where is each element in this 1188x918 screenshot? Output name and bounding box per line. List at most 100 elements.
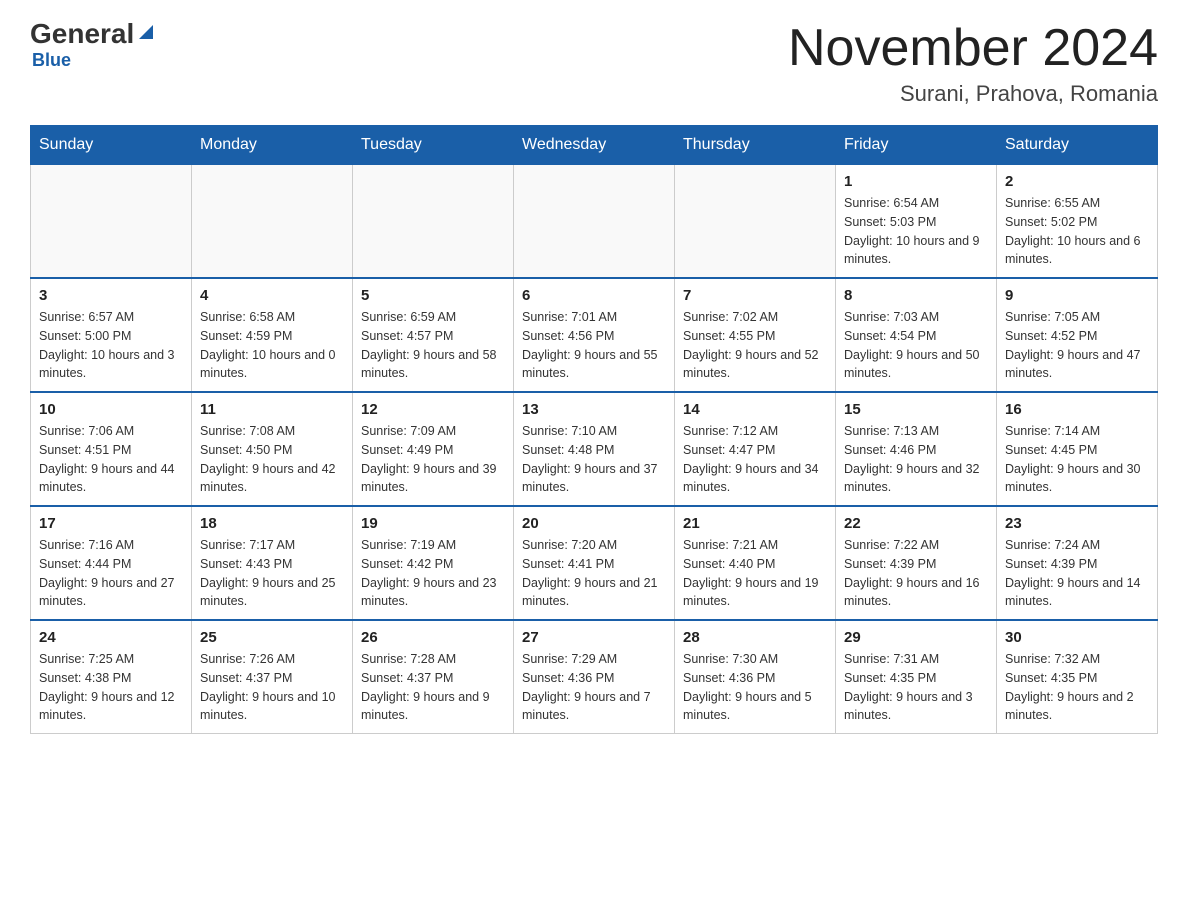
calendar-cell: 26 Sunrise: 7:28 AMSunset: 4:37 PMDayligh… [353, 620, 514, 734]
day-number: 19 [361, 515, 505, 532]
title-area: November 2024 Surani, Prahova, Romania [788, 20, 1158, 107]
day-number: 5 [361, 287, 505, 304]
day-info: Sunrise: 7:20 AMSunset: 4:41 PMDaylight:… [522, 536, 666, 611]
header-monday: Monday [192, 126, 353, 165]
day-number: 14 [683, 401, 827, 418]
header-sunday: Sunday [31, 126, 192, 165]
calendar-cell: 18Sunrise: 7:17 AMSunset: 4:43 PMDayligh… [192, 506, 353, 620]
day-number: 21 [683, 515, 827, 532]
logo-blue: Blue [32, 50, 71, 71]
header-saturday: Saturday [997, 126, 1158, 165]
calendar-week-2: 3 Sunrise: 6:57 AMSunset: 5:00 PMDaylight… [31, 278, 1158, 392]
calendar-cell: 5 Sunrise: 6:59 AMSunset: 4:57 PMDaylight… [353, 278, 514, 392]
day-number: 20 [522, 515, 666, 532]
day-number: 13 [522, 401, 666, 418]
calendar-week-3: 10 Sunrise: 7:06 AMSunset: 4:51 PMDayligh… [31, 392, 1158, 506]
day-info: Sunrise: 7:01 AMSunset: 4:56 PMDaylight:… [522, 308, 666, 383]
day-number: 12 [361, 401, 505, 418]
day-info: Sunrise: 7:22 AMSunset: 4:39 PMDaylight:… [844, 536, 988, 611]
day-info: Sunrise: 6:58 AMSunset: 4:59 PMDaylight:… [200, 308, 344, 383]
day-info: Sunrise: 7:32 AMSunset: 4:35 PMDaylight:… [1005, 650, 1149, 725]
calendar-cell: 11 Sunrise: 7:08 AMSunset: 4:50 PMDayligh… [192, 392, 353, 506]
month-title: November 2024 [788, 20, 1158, 77]
day-number: 29 [844, 629, 988, 646]
calendar-cell: 8 Sunrise: 7:03 AMSunset: 4:54 PMDaylight… [836, 278, 997, 392]
day-number: 17 [39, 515, 183, 532]
day-info: Sunrise: 7:26 AMSunset: 4:37 PMDaylight:… [200, 650, 344, 725]
day-number: 30 [1005, 629, 1149, 646]
calendar-cell: 17 Sunrise: 7:16 AMSunset: 4:44 PMDayligh… [31, 506, 192, 620]
day-number: 8 [844, 287, 988, 304]
calendar-week-4: 17 Sunrise: 7:16 AMSunset: 4:44 PMDayligh… [31, 506, 1158, 620]
calendar-cell: 29Sunrise: 7:31 AMSunset: 4:35 PMDayligh… [836, 620, 997, 734]
day-info: Sunrise: 6:54 AMSunset: 5:03 PMDaylight:… [844, 194, 988, 269]
calendar-cell [353, 165, 514, 279]
day-number: 2 [1005, 173, 1149, 190]
calendar-cell: 3 Sunrise: 6:57 AMSunset: 5:00 PMDaylight… [31, 278, 192, 392]
day-info: Sunrise: 6:57 AMSunset: 5:00 PMDaylight:… [39, 308, 183, 383]
calendar-cell: 20 Sunrise: 7:20 AMSunset: 4:41 PMDayligh… [514, 506, 675, 620]
calendar-cell: 15Sunrise: 7:13 AMSunset: 4:46 PMDayligh… [836, 392, 997, 506]
calendar-cell: 28 Sunrise: 7:30 AMSunset: 4:36 PMDayligh… [675, 620, 836, 734]
calendar-cell: 14 Sunrise: 7:12 AMSunset: 4:47 PMDayligh… [675, 392, 836, 506]
day-info: Sunrise: 7:16 AMSunset: 4:44 PMDaylight:… [39, 536, 183, 611]
day-number: 1 [844, 173, 988, 190]
day-info: Sunrise: 7:21 AMSunset: 4:40 PMDaylight:… [683, 536, 827, 611]
day-number: 24 [39, 629, 183, 646]
calendar-cell: 30 Sunrise: 7:32 AMSunset: 4:35 PMDayligh… [997, 620, 1158, 734]
day-info: Sunrise: 7:09 AMSunset: 4:49 PMDaylight:… [361, 422, 505, 497]
header-tuesday: Tuesday [353, 126, 514, 165]
logo: General Blue [30, 20, 157, 71]
day-info: Sunrise: 6:59 AMSunset: 4:57 PMDaylight:… [361, 308, 505, 383]
day-number: 18 [200, 515, 344, 532]
day-info: Sunrise: 7:02 AMSunset: 4:55 PMDaylight:… [683, 308, 827, 383]
day-number: 25 [200, 629, 344, 646]
calendar-cell: 2 Sunrise: 6:55 AMSunset: 5:02 PMDaylight… [997, 165, 1158, 279]
day-number: 6 [522, 287, 666, 304]
day-info: Sunrise: 6:55 AMSunset: 5:02 PMDaylight:… [1005, 194, 1149, 269]
day-number: 23 [1005, 515, 1149, 532]
calendar-cell: 24 Sunrise: 7:25 AMSunset: 4:38 PMDayligh… [31, 620, 192, 734]
calendar-header-row: SundayMondayTuesdayWednesdayThursdayFrid… [31, 126, 1158, 165]
calendar-cell [192, 165, 353, 279]
day-info: Sunrise: 7:12 AMSunset: 4:47 PMDaylight:… [683, 422, 827, 497]
day-number: 16 [1005, 401, 1149, 418]
day-number: 11 [200, 401, 344, 418]
day-number: 27 [522, 629, 666, 646]
day-number: 10 [39, 401, 183, 418]
header-thursday: Thursday [675, 126, 836, 165]
calendar-cell: 12 Sunrise: 7:09 AMSunset: 4:49 PMDayligh… [353, 392, 514, 506]
calendar-week-5: 24 Sunrise: 7:25 AMSunset: 4:38 PMDayligh… [31, 620, 1158, 734]
day-info: Sunrise: 7:03 AMSunset: 4:54 PMDaylight:… [844, 308, 988, 383]
day-number: 3 [39, 287, 183, 304]
calendar-cell: 22 Sunrise: 7:22 AMSunset: 4:39 PMDayligh… [836, 506, 997, 620]
calendar-cell [514, 165, 675, 279]
day-info: Sunrise: 7:30 AMSunset: 4:36 PMDaylight:… [683, 650, 827, 725]
calendar-week-1: 1 Sunrise: 6:54 AMSunset: 5:03 PMDaylight… [31, 165, 1158, 279]
calendar-cell [675, 165, 836, 279]
day-info: Sunrise: 7:19 AMSunset: 4:42 PMDaylight:… [361, 536, 505, 611]
calendar-cell [31, 165, 192, 279]
calendar-cell: 1 Sunrise: 6:54 AMSunset: 5:03 PMDaylight… [836, 165, 997, 279]
header: General Blue November 2024 Surani, Praho… [30, 20, 1158, 107]
day-number: 22 [844, 515, 988, 532]
day-info: Sunrise: 7:14 AMSunset: 4:45 PMDaylight:… [1005, 422, 1149, 497]
day-number: 9 [1005, 287, 1149, 304]
day-info: Sunrise: 7:25 AMSunset: 4:38 PMDaylight:… [39, 650, 183, 725]
day-number: 26 [361, 629, 505, 646]
day-info: Sunrise: 7:28 AMSunset: 4:37 PMDaylight:… [361, 650, 505, 725]
calendar-cell: 6 Sunrise: 7:01 AMSunset: 4:56 PMDaylight… [514, 278, 675, 392]
day-number: 15 [844, 401, 988, 418]
header-friday: Friday [836, 126, 997, 165]
calendar-cell: 7 Sunrise: 7:02 AMSunset: 4:55 PMDaylight… [675, 278, 836, 392]
calendar-cell: 9Sunrise: 7:05 AMSunset: 4:52 PMDaylight… [997, 278, 1158, 392]
day-info: Sunrise: 7:08 AMSunset: 4:50 PMDaylight:… [200, 422, 344, 497]
calendar-cell: 4 Sunrise: 6:58 AMSunset: 4:59 PMDaylight… [192, 278, 353, 392]
day-number: 7 [683, 287, 827, 304]
calendar-cell: 21 Sunrise: 7:21 AMSunset: 4:40 PMDayligh… [675, 506, 836, 620]
day-info: Sunrise: 7:29 AMSunset: 4:36 PMDaylight:… [522, 650, 666, 725]
logo-triangle-icon [135, 21, 157, 43]
day-number: 4 [200, 287, 344, 304]
day-info: Sunrise: 7:06 AMSunset: 4:51 PMDaylight:… [39, 422, 183, 497]
day-number: 28 [683, 629, 827, 646]
